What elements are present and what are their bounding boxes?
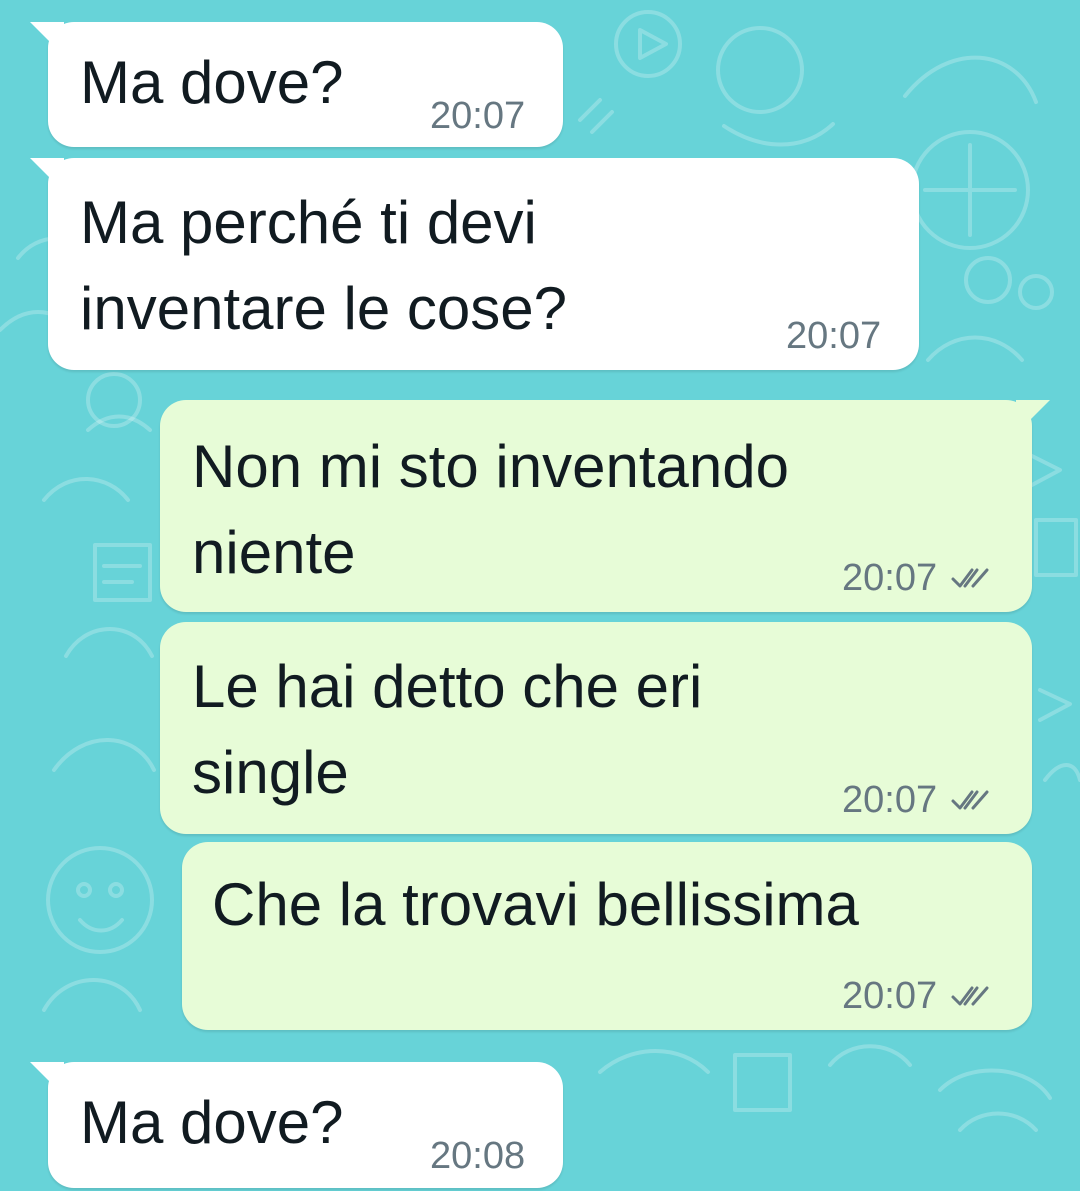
- message-text-line: single: [192, 739, 349, 806]
- message-text-line: Ma dove?: [80, 49, 344, 116]
- double-check-icon: [951, 790, 989, 810]
- chat-thread: Ma dove? 20:07 Ma perché ti devi inventa…: [0, 0, 1080, 1191]
- message-meta: 20:07: [430, 96, 525, 136]
- message-time: 20:07: [842, 557, 938, 599]
- message-time: 20:07: [842, 779, 938, 821]
- message-text-line: Ma dove?: [80, 1089, 344, 1156]
- message-meta: 20:07: [842, 976, 991, 1016]
- double-check-icon: [951, 986, 989, 1006]
- double-check-icon: [951, 568, 989, 588]
- incoming-bubble-tail: [30, 22, 64, 56]
- message-text: Non mi sto inventando niente: [192, 424, 789, 596]
- message-meta: 20:07: [842, 558, 991, 598]
- incoming-message-bubble[interactable]: Ma perché ti devi inventare le cose? 20:…: [30, 158, 919, 370]
- message-time: 20:07: [430, 95, 526, 137]
- outgoing-bubble-tail: [1016, 400, 1050, 434]
- incoming-bubble-tail: [30, 158, 64, 192]
- message-text: Ma perché ti devi inventare le cose?: [80, 180, 567, 352]
- message-text: Ma dove?: [80, 40, 344, 126]
- incoming-bubble-tail: [30, 1062, 64, 1096]
- message-text-line: Non mi sto inventando: [192, 433, 790, 500]
- incoming-message-bubble[interactable]: Ma dove? 20:08: [30, 1062, 563, 1188]
- message-text-line: niente: [192, 519, 356, 586]
- outgoing-message-bubble[interactable]: Che la trovavi bellissima 20:07: [182, 842, 1032, 1030]
- message-text: Ma dove?: [80, 1080, 344, 1166]
- message-text-line: Le hai detto che eri: [192, 653, 703, 720]
- message-text-line: Ma perché ti devi: [80, 189, 537, 256]
- message-text: Le hai detto che eri single: [192, 644, 702, 816]
- outgoing-message-bubble[interactable]: Non mi sto inventando niente 20:07: [160, 400, 1050, 612]
- message-meta: 20:07: [786, 316, 881, 356]
- message-text-line: inventare le cose?: [80, 275, 567, 342]
- message-meta: 20:08: [430, 1136, 525, 1176]
- message-time: 20:08: [430, 1135, 526, 1177]
- incoming-message-bubble[interactable]: Ma dove? 20:07: [30, 22, 563, 147]
- message-meta: 20:07: [842, 780, 991, 820]
- message-text-line: Che la trovavi bellissima: [212, 871, 859, 938]
- message-time: 20:07: [842, 975, 938, 1017]
- outgoing-message-bubble[interactable]: Le hai detto che eri single 20:07: [160, 622, 1032, 834]
- message-text: Che la trovavi bellissima: [212, 862, 859, 948]
- message-time: 20:07: [786, 315, 882, 357]
